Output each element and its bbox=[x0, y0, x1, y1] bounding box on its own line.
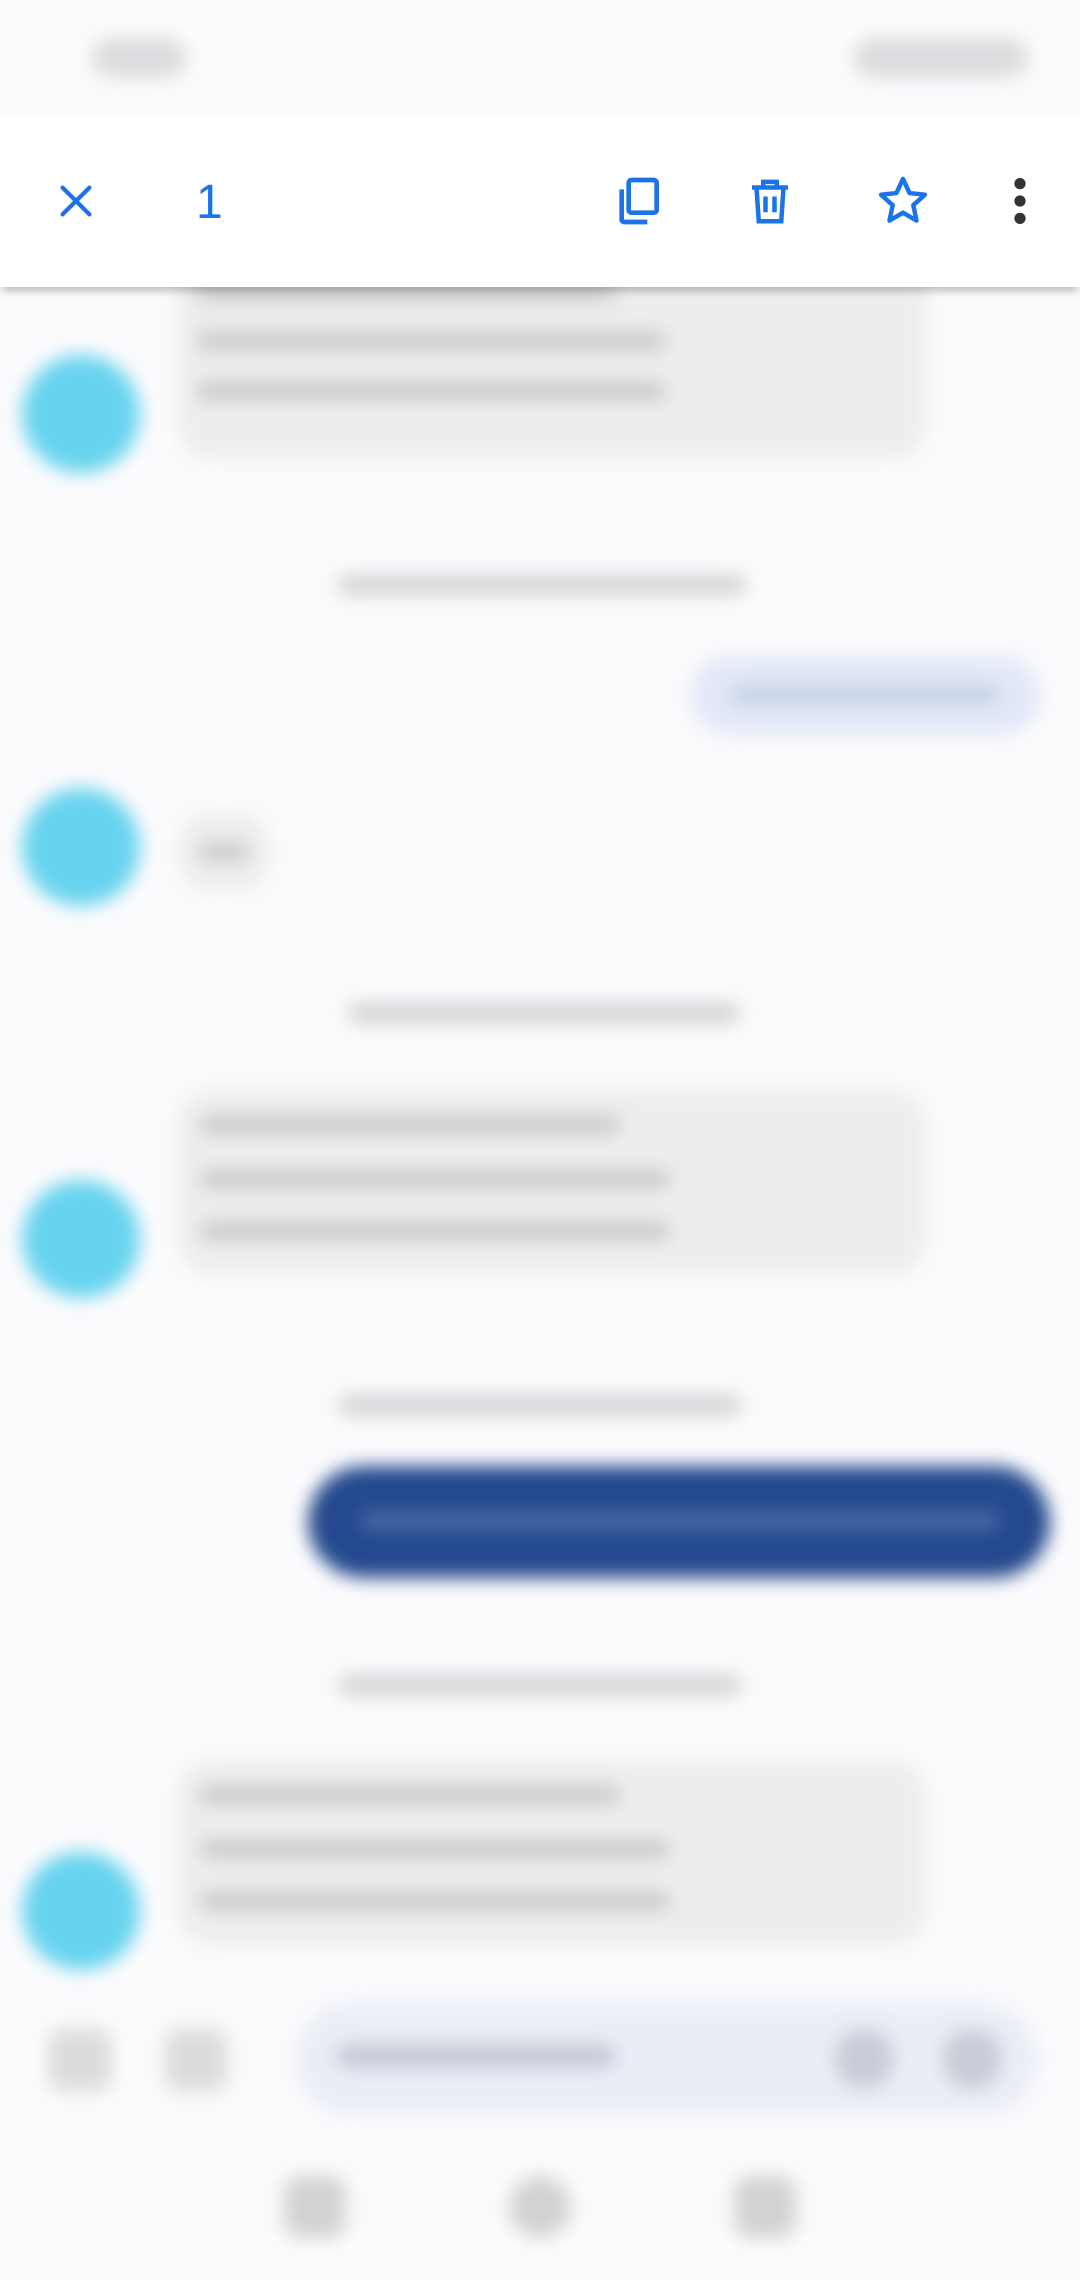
more-options-button[interactable] bbox=[978, 159, 1062, 243]
selected-count: 1 bbox=[196, 176, 223, 229]
conversation-thread bbox=[0, 0, 1080, 2280]
incoming-message-bubble[interactable] bbox=[178, 1760, 926, 1945]
emoji-icon[interactable] bbox=[834, 2029, 894, 2089]
more-vert-icon bbox=[1014, 178, 1026, 224]
nav-back-button[interactable] bbox=[284, 2176, 346, 2238]
delete-icon bbox=[752, 179, 788, 224]
message-input[interactable] bbox=[296, 2003, 1038, 2115]
incoming-message-bubble[interactable] bbox=[178, 1090, 926, 1275]
star-button[interactable] bbox=[861, 159, 945, 243]
close-icon bbox=[60, 185, 92, 217]
selection-toolbar: 1 bbox=[0, 115, 1080, 287]
copy-icon bbox=[619, 177, 659, 225]
star-icon bbox=[878, 176, 928, 223]
contact-avatar[interactable] bbox=[22, 788, 140, 906]
close-selection-button[interactable] bbox=[34, 159, 118, 243]
gallery-icon[interactable] bbox=[164, 2028, 228, 2092]
nav-home-button[interactable] bbox=[509, 2176, 571, 2238]
message-timestamp bbox=[338, 575, 746, 595]
delete-button[interactable] bbox=[728, 159, 812, 243]
message-timestamp bbox=[338, 1395, 742, 1415]
incoming-message-bubble[interactable] bbox=[178, 812, 270, 892]
message-timestamp bbox=[338, 1675, 742, 1695]
message-timestamp bbox=[348, 1003, 740, 1023]
contact-avatar[interactable] bbox=[22, 1180, 140, 1298]
copy-button[interactable] bbox=[596, 159, 680, 243]
add-attachment-icon[interactable] bbox=[48, 2028, 112, 2092]
contact-avatar[interactable] bbox=[22, 1852, 140, 1970]
voice-input-icon[interactable] bbox=[942, 2029, 1002, 2089]
nav-recents-button[interactable] bbox=[734, 2176, 796, 2238]
contact-avatar[interactable] bbox=[22, 355, 140, 473]
outgoing-message-bubble[interactable] bbox=[690, 655, 1040, 735]
selected-outgoing-message-bubble[interactable] bbox=[308, 1466, 1050, 1578]
message-input-placeholder bbox=[336, 2043, 616, 2069]
